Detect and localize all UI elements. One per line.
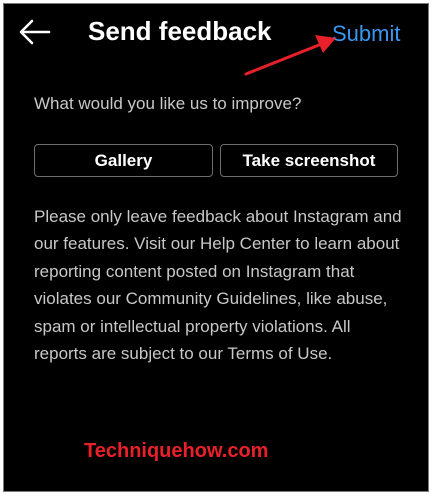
feedback-screen: Send feedback Submit What would you like… xyxy=(3,3,429,492)
submit-button[interactable]: Submit xyxy=(332,20,400,48)
annotation-arrow-icon xyxy=(244,35,336,76)
take-screenshot-button[interactable]: Take screenshot xyxy=(220,144,398,177)
top-bar: Send feedback Submit xyxy=(4,4,428,62)
watermark: Techniquehow.com xyxy=(84,440,269,462)
feedback-info-text: Please only leave feedback about Instagr… xyxy=(34,207,402,364)
feedback-prompt: What would you like us to improve? xyxy=(34,94,302,113)
arrow-left-icon xyxy=(19,19,51,45)
back-button[interactable] xyxy=(18,17,52,47)
gallery-button[interactable]: Gallery xyxy=(34,144,213,177)
